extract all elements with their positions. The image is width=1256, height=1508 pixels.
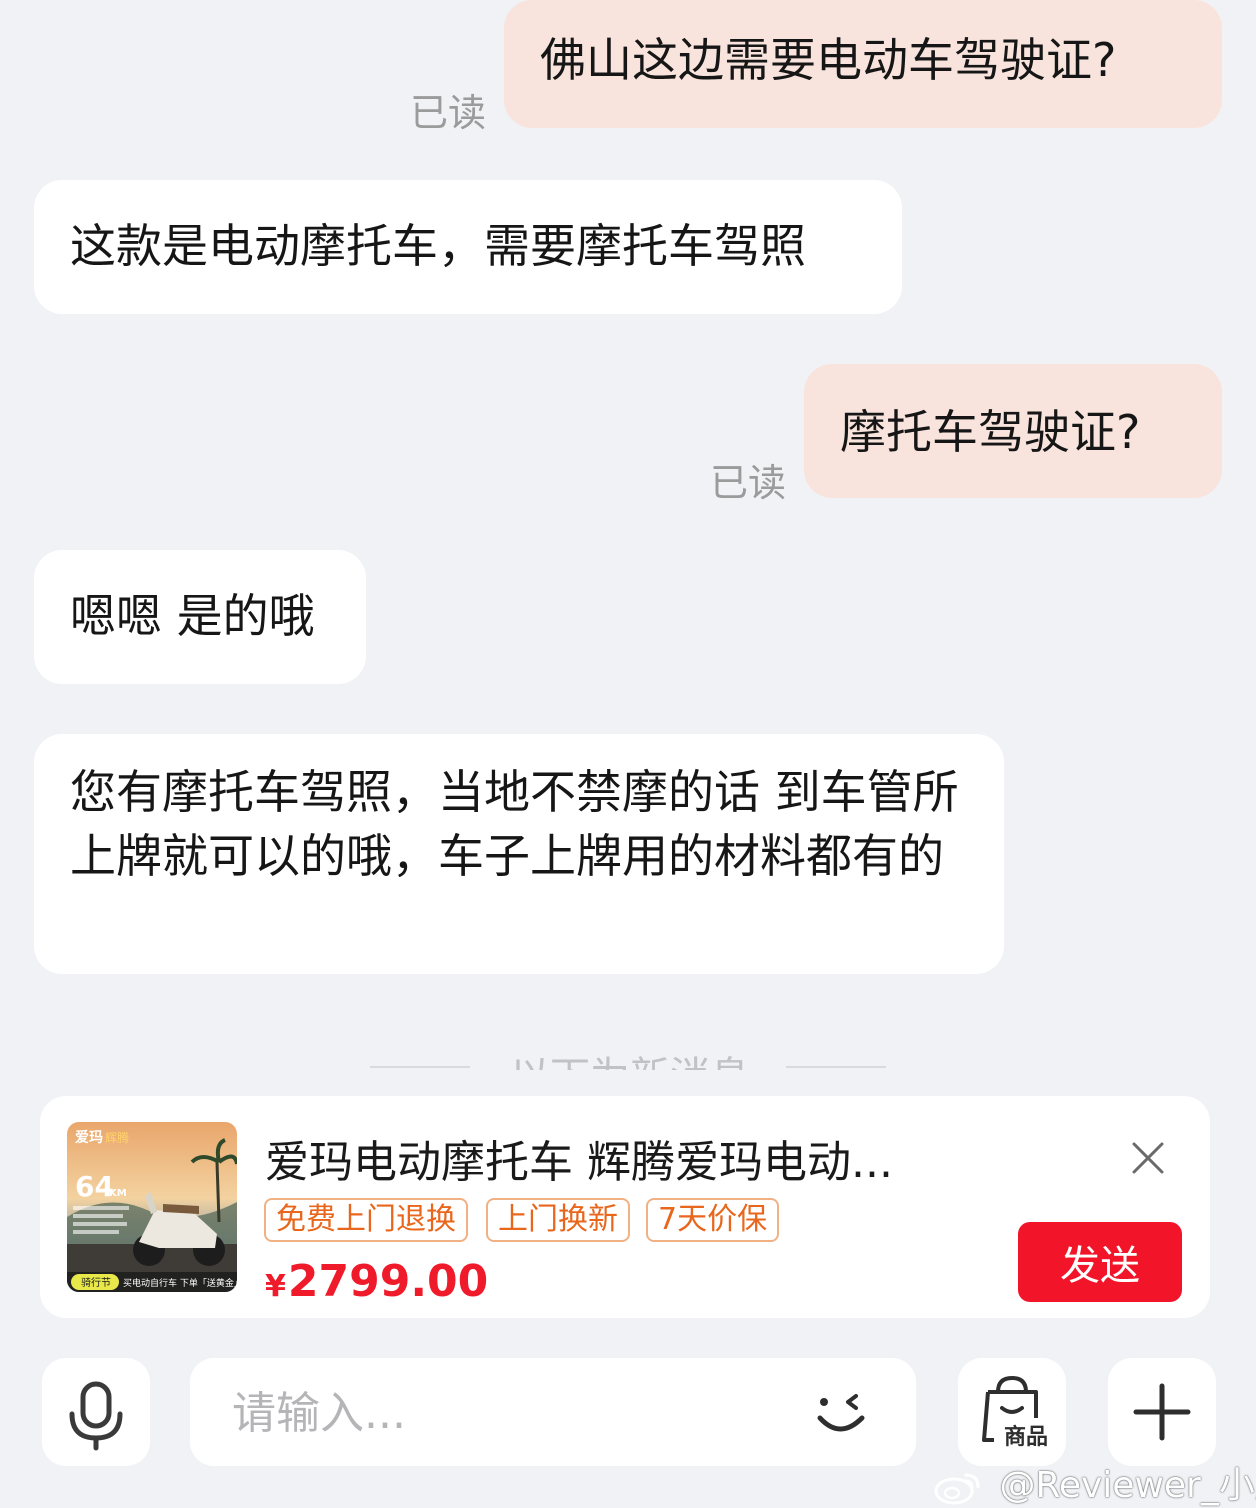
- thumbnail-footer: 买电动自行车 下单「送黄金」: [123, 1277, 237, 1289]
- thumbnail-model: 辉腾: [105, 1130, 129, 1145]
- input-bar: 商品: [0, 1358, 1256, 1468]
- thumbnail-range-unit: KM: [109, 1188, 127, 1199]
- watermark-text: @Reviewer_小康: [999, 1465, 1256, 1506]
- product-title[interactable]: 爱玛电动摩托车 辉腾爱玛电动...: [265, 1126, 965, 1190]
- price-value: 2799.00: [287, 1256, 489, 1307]
- goods-label: 商品: [1004, 1424, 1048, 1450]
- close-icon[interactable]: [1126, 1136, 1170, 1180]
- message-bubble-theirs[interactable]: 嗯嗯 是的哦: [34, 550, 366, 684]
- product-tag: 上门换新: [486, 1198, 630, 1242]
- shopping-bag-icon: 商品: [982, 1375, 1048, 1450]
- product-price: ¥2799.00: [265, 1256, 488, 1307]
- watermark: @Reviewer_小康: [932, 1456, 1256, 1508]
- message-bubble-mine[interactable]: 佛山这边需要电动车驾驶证?: [504, 0, 1222, 128]
- message-bubble-mine[interactable]: 摩托车驾驶证?: [804, 364, 1222, 498]
- message-input-wrapper: [190, 1358, 916, 1466]
- weibo-logo-icon: [934, 1473, 980, 1505]
- message-input[interactable]: [230, 1380, 794, 1446]
- message-bubble-theirs[interactable]: 您有摩托车驾照，当地不禁摩的话 到车管所上牌就可以的哦，车子上牌用的材料都有的: [34, 734, 1004, 974]
- plus-icon: [1133, 1383, 1191, 1441]
- emoji-button[interactable]: [810, 1382, 874, 1446]
- thumbnail-badge: 骑行节: [81, 1276, 111, 1289]
- wink-emoji-icon: [817, 1394, 865, 1432]
- message-text: 摩托车驾驶证?: [840, 405, 1141, 459]
- message-text: 这款是电动摩托车，需要摩托车驾照: [70, 219, 806, 273]
- new-messages-divider: 以下为新消息: [370, 1040, 886, 1070]
- message-text: 嗯嗯 是的哦: [70, 589, 315, 643]
- send-button[interactable]: 发送: [1018, 1222, 1182, 1302]
- voice-button[interactable]: [42, 1358, 150, 1466]
- read-receipt: 已读: [710, 461, 787, 505]
- microphone-icon: [69, 1381, 123, 1451]
- thumbnail-brand: 爱玛: [75, 1130, 103, 1146]
- divider-text: 以下为新消息: [510, 1044, 750, 1070]
- message-bubble-theirs[interactable]: 这款是电动摩托车，需要摩托车驾照: [34, 180, 902, 314]
- product-card[interactable]: 爱玛 辉腾 64 KM 骑行节 买电动自行车 下单「送黄金」 爱玛电动摩托车 辉…: [40, 1096, 1210, 1318]
- message-text: 佛山这边需要电动车驾驶证?: [540, 33, 1117, 87]
- goods-button[interactable]: 商品: [958, 1358, 1066, 1466]
- product-tag: 免费上门退换: [264, 1198, 468, 1242]
- product-tag: 7天价保: [646, 1198, 780, 1242]
- read-receipt: 已读: [410, 91, 487, 135]
- more-button[interactable]: [1108, 1358, 1216, 1466]
- message-text: 您有摩托车驾照，当地不禁摩的话 到车管所上牌就可以的哦，车子上牌用的材料都有的: [70, 765, 959, 883]
- price-currency: ¥: [265, 1269, 286, 1304]
- divider-line: [370, 1066, 470, 1068]
- product-thumbnail[interactable]: 爱玛 辉腾 64 KM 骑行节 买电动自行车 下单「送黄金」: [67, 1122, 237, 1292]
- divider-line: [786, 1066, 886, 1068]
